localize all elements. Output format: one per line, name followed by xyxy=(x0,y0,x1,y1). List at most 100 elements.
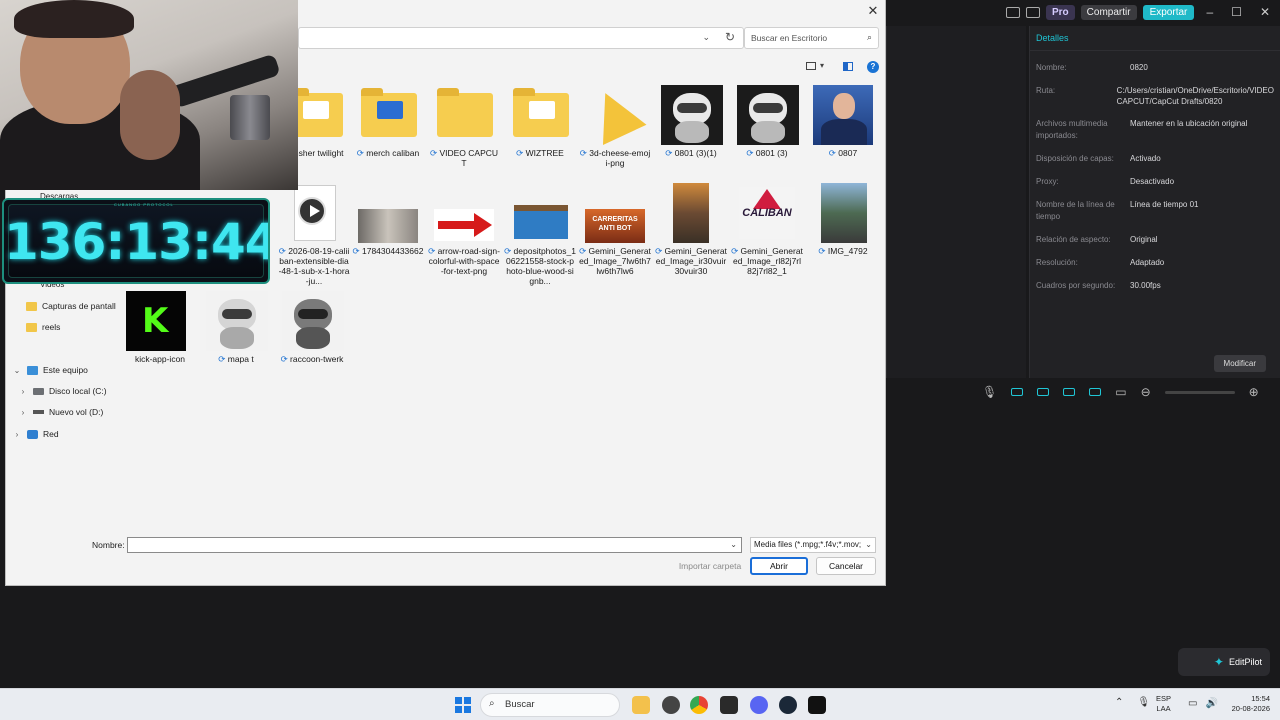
epic-games-icon[interactable] xyxy=(720,696,738,714)
zoom-out-icon[interactable]: ⊖ xyxy=(1141,385,1151,399)
sync-icon: ⟳ xyxy=(665,148,675,158)
close-icon[interactable]: ✕ xyxy=(865,3,881,19)
file-item[interactable]: K kick-app-icon xyxy=(124,291,196,367)
sync-icon: ⟳ xyxy=(579,246,589,256)
file-type-select[interactable]: Media files (*.mpg;*.f4v;*.mov; ⌄ xyxy=(750,537,876,553)
chevron-down-icon[interactable]: ⌄ xyxy=(865,540,872,549)
nav-item-capturas[interactable]: Capturas de pantall xyxy=(26,298,116,314)
chevron-down-icon[interactable]: ▾ xyxy=(820,61,824,70)
start-icon[interactable] xyxy=(455,697,471,713)
chevron-up-icon[interactable]: ⌃ xyxy=(1115,697,1123,708)
language-indicator[interactable]: ESP LAA xyxy=(1156,694,1171,714)
file-name: ⟳ depositphotos_106221558-stock-photo-bl… xyxy=(504,246,576,286)
obs-icon[interactable] xyxy=(662,696,680,714)
pro-badge[interactable]: Pro xyxy=(1046,4,1075,20)
detail-key: Proxy: xyxy=(1036,177,1059,186)
file-item[interactable]: ⟳ WIZTREE xyxy=(504,85,576,175)
magnet-icon[interactable] xyxy=(1037,388,1050,396)
minimize-icon[interactable]: – xyxy=(1206,5,1213,19)
steam-icon[interactable] xyxy=(779,696,797,714)
import-folder-button[interactable]: Importar carpeta xyxy=(676,559,744,574)
nav-label: Este equipo xyxy=(43,365,88,375)
modify-button[interactable]: Modificar xyxy=(1213,355,1266,372)
nav-item-reels[interactable]: reels xyxy=(26,319,60,335)
detail-value: 30.00fps xyxy=(1130,281,1161,290)
system-tray: ⌃ 🎙 xyxy=(1115,697,1150,708)
split-icon[interactable] xyxy=(1063,388,1076,396)
file-item[interactable]: CALIBAN ⟳ Gemini_Generated_Image_rl82j7r… xyxy=(731,183,803,287)
file-name: ⟳ IMG_4792 xyxy=(807,246,879,256)
file-item[interactable]: CARRERITAS ANTI BOT ⟳ Gemini_Generated_I… xyxy=(579,183,651,287)
shortcuts-icon[interactable] xyxy=(1026,6,1040,18)
file-item[interactable]: ⟳ depositphotos_106221558-stock-photo-bl… xyxy=(504,183,576,287)
file-name-label: Nombre: xyxy=(92,540,125,550)
chevron-down-icon[interactable]: ⌄ xyxy=(12,366,22,375)
file-item[interactable]: ⟳ VIDEO CAPCUT xyxy=(428,85,500,175)
preview-pane-icon[interactable] xyxy=(843,62,853,71)
caption-icon[interactable]: ▭ xyxy=(1115,385,1126,399)
detail-key: Resolución: xyxy=(1036,258,1078,267)
file-item[interactable]: ⟳ IMG_4792 xyxy=(807,183,879,287)
streamer-arm xyxy=(120,70,180,160)
chevron-right-icon[interactable]: › xyxy=(18,387,28,396)
chevron-right-icon[interactable]: › xyxy=(18,408,28,417)
microphone-icon[interactable]: 🎙 xyxy=(982,385,997,399)
file-item[interactable]: ⟳ 1784304433662 xyxy=(352,183,424,287)
banner-text: CARRERITAS ANTI BOT xyxy=(585,209,645,243)
editpilot-button[interactable]: ✦ EditPilot xyxy=(1178,648,1270,676)
maximize-icon[interactable]: ☐ xyxy=(1231,5,1242,19)
capcut-icon[interactable] xyxy=(808,696,826,714)
open-button[interactable]: Abrir xyxy=(750,557,808,575)
microphone-icon[interactable]: 🎙 xyxy=(1137,697,1150,708)
view-mode-icon[interactable] xyxy=(806,62,816,70)
chevron-down-icon[interactable]: ⌄ xyxy=(702,32,710,43)
volume-icon[interactable]: 🔊 xyxy=(1205,698,1217,709)
file-item[interactable]: ⟳ 3d-cheese-emoji-png xyxy=(579,83,651,175)
discord-icon[interactable] xyxy=(750,696,768,714)
file-item[interactable]: ⟳ 0801 (3) xyxy=(731,85,803,175)
file-item[interactable]: ⟳ Gemini_Generated_Image_ir30vuir30vuir3… xyxy=(655,183,727,287)
detail-value: Línea de tiempo 01 xyxy=(1130,200,1199,209)
file-item[interactable]: ⟳ 0807 xyxy=(807,85,879,175)
file-item[interactable]: ⟳ merch caliban xyxy=(352,85,424,175)
chevron-right-icon[interactable]: › xyxy=(12,430,22,439)
file-name: ⟳ WIZTREE xyxy=(504,148,576,158)
file-name-text: 0801 (3)(1) xyxy=(674,148,717,158)
chrome-icon[interactable] xyxy=(690,696,708,714)
file-name-text: merch caliban xyxy=(366,148,420,158)
file-item[interactable]: ⟳ 0801 (3)(1) xyxy=(655,85,727,175)
file-item[interactable]: ⟳ 2026-08-19-caliiban-extensible-dia-48-… xyxy=(278,183,350,287)
share-button[interactable]: Compartir xyxy=(1080,4,1137,20)
file-name-text: 0801 (3) xyxy=(755,148,788,158)
detail-row: Ruta: C:/Users/cristian/OneDrive/Escritor… xyxy=(1030,85,1280,107)
link-icon[interactable] xyxy=(1011,388,1024,396)
file-name-input[interactable]: ⌄ xyxy=(127,537,742,553)
zoom-in-icon[interactable]: ⊕ xyxy=(1249,385,1259,399)
file-item[interactable]: ⟳ raccoon-twerk xyxy=(276,291,348,367)
chevron-down-icon[interactable]: ⌄ xyxy=(730,540,737,549)
sync-icon: ⟳ xyxy=(579,148,590,158)
help-icon[interactable]: ? xyxy=(867,61,879,73)
network-icon[interactable]: ▭ xyxy=(1188,698,1197,709)
detail-row: Cuadros por segundo: 30.00fps xyxy=(1030,280,1280,292)
nav-item-este-equipo[interactable]: ⌄ Este equipo xyxy=(12,362,88,378)
clock[interactable]: 15:54 20-08-2026 xyxy=(1222,694,1270,714)
preview-axis-icon[interactable] xyxy=(1089,388,1102,396)
file-item[interactable]: ⟳ arrow-road-sign-colorful-with-space-fo… xyxy=(428,183,500,287)
nav-item-red[interactable]: › Red xyxy=(12,426,59,442)
close-window-icon[interactable]: ✕ xyxy=(1260,5,1270,19)
file-name: ⟳ raccoon-twerk xyxy=(276,354,348,364)
address-bar[interactable]: ⌄ ↻ xyxy=(298,27,744,49)
nav-item-disco-d[interactable]: › Nuevo vol (D:) xyxy=(18,404,104,420)
layout-icon[interactable] xyxy=(1006,6,1020,18)
refresh-icon[interactable]: ↻ xyxy=(725,30,735,44)
file-item[interactable]: ⟳ mapa t xyxy=(200,291,272,367)
nav-item-disco-c[interactable]: › Disco local (C:) xyxy=(18,383,107,399)
export-button[interactable]: Exportar xyxy=(1142,4,1195,20)
detail-row: Nombre: 0820 xyxy=(1030,62,1280,74)
file-explorer-icon[interactable] xyxy=(632,696,650,714)
search-input[interactable]: Buscar en Escritorio ⌕ xyxy=(744,27,879,49)
zoom-slider[interactable] xyxy=(1164,390,1235,394)
cancel-button[interactable]: Cancelar xyxy=(816,557,876,575)
taskbar-search[interactable]: ⌕ Buscar xyxy=(480,693,620,717)
